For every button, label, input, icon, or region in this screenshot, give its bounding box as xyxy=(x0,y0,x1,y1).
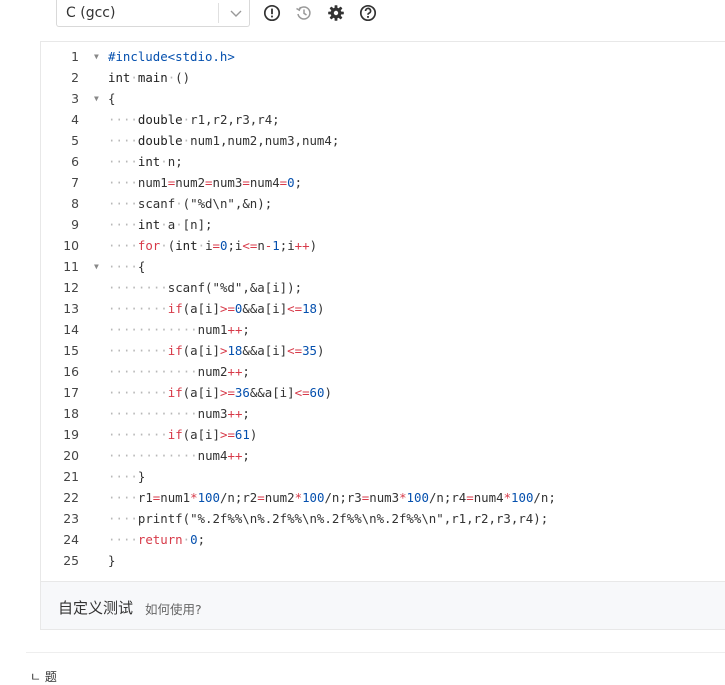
how-to-use-link[interactable]: 如何使用? xyxy=(145,599,202,618)
code-text: ····} xyxy=(108,469,146,484)
code-line[interactable]: 4 ····double·r1,r2,r3,r4; xyxy=(41,109,725,130)
line-number: 20 xyxy=(63,448,79,463)
line-number: 17 xyxy=(63,385,79,400)
code-text: ····num1=num2=num3=num4=0; xyxy=(108,175,303,190)
code-text: ····scanf·("%d\n",&n); xyxy=(108,196,273,211)
code-line[interactable]: 22 ····r1=num1*100/n;r2=num2*100/n;r3=num… xyxy=(41,487,725,508)
code-line[interactable]: 17 ········if(a[i]>=36&&a[i]<=60) xyxy=(41,382,725,403)
code-text: ····return·0; xyxy=(108,532,206,547)
next-section-heading: ㄴ 题 xyxy=(30,670,57,684)
code-line[interactable]: 24 ····return·0; xyxy=(41,529,725,550)
code-line[interactable]: 18 ············num3++; xyxy=(41,403,725,424)
code-text: #include<stdio.h> xyxy=(108,49,235,64)
chevron-down-icon[interactable] xyxy=(228,5,244,21)
code-text: int·main·() xyxy=(108,70,191,85)
code-text: ····int·n; xyxy=(108,154,183,169)
code-line[interactable]: 11 ▼ ····{ xyxy=(41,256,725,277)
line-number: 25 xyxy=(63,553,79,568)
code-line[interactable]: 7 ····num1=num2=num3=num4=0; xyxy=(41,172,725,193)
line-number: 12 xyxy=(63,280,79,295)
custom-test-panel[interactable]: 自定义测试 如何使用? xyxy=(40,581,725,630)
line-number: 3 xyxy=(71,91,79,106)
line-number: 18 xyxy=(63,406,79,421)
line-number: 15 xyxy=(63,343,79,358)
line-number: 21 xyxy=(63,469,79,484)
code-line[interactable]: 16 ············num2++; xyxy=(41,361,725,382)
code-text: ········if(a[i]>18&&a[i]<=35) xyxy=(108,343,325,358)
code-text: ············num2++; xyxy=(108,364,250,379)
fold-toggle-icon[interactable]: ▼ xyxy=(94,256,99,277)
history-icon[interactable] xyxy=(295,4,313,22)
line-number: 1 xyxy=(71,49,79,64)
line-number: 11 xyxy=(63,259,79,274)
code-line[interactable]: 21 ····} xyxy=(41,466,725,487)
code-line[interactable]: 8 ····scanf·("%d\n",&n); xyxy=(41,193,725,214)
language-select-value: C (gcc) xyxy=(66,5,116,21)
code-line[interactable]: 25} xyxy=(41,550,725,571)
code-text: ············num1++; xyxy=(108,322,250,337)
line-number: 23 xyxy=(63,511,79,526)
select-divider xyxy=(218,3,219,23)
fold-toggle-icon[interactable]: ▼ xyxy=(94,88,99,109)
code-text: ············num3++; xyxy=(108,406,250,421)
code-line[interactable]: 1 ▼ #include<stdio.h> xyxy=(41,46,725,67)
line-number: 22 xyxy=(63,490,79,505)
code-text: ····int·a·[n]; xyxy=(108,217,213,232)
code-text: ····double·r1,r2,r3,r4; xyxy=(108,112,280,127)
code-text: ········if(a[i]>=0&&a[i]<=18) xyxy=(108,301,325,316)
help-icon[interactable] xyxy=(359,4,377,22)
language-select[interactable]: C (gcc) xyxy=(56,0,250,27)
line-number: 19 xyxy=(63,427,79,442)
line-number: 13 xyxy=(63,301,79,316)
line-number: 9 xyxy=(71,217,79,232)
code-line[interactable]: 19 ········if(a[i]>=61) xyxy=(41,424,725,445)
line-number: 16 xyxy=(63,364,79,379)
custom-test-title: 自定义测试 xyxy=(58,599,134,617)
line-number: 10 xyxy=(63,238,79,253)
code-line[interactable]: 6 ····int·n; xyxy=(41,151,725,172)
line-number: 6 xyxy=(71,154,79,169)
code-line[interactable]: 2 int·main·() xyxy=(41,67,725,88)
line-number: 4 xyxy=(71,112,79,127)
code-text: ····{ xyxy=(108,259,146,274)
gear-icon[interactable] xyxy=(327,4,345,22)
code-text: ········if(a[i]>=61) xyxy=(108,427,258,442)
code-text: ············num4++; xyxy=(108,448,250,463)
code-line[interactable]: 10 ····for·(int·i=0;i<=n-1;i++) xyxy=(41,235,725,256)
info-icon[interactable] xyxy=(263,4,281,22)
code-text: ····double·num1,num2,num3,num4; xyxy=(108,133,340,148)
fold-toggle-icon[interactable]: ▼ xyxy=(94,46,99,67)
code-text: ········scanf("%d",&a[i]); xyxy=(108,280,303,295)
line-number: 14 xyxy=(63,322,79,337)
code-text: ········if(a[i]>=36&&a[i]<=60) xyxy=(108,385,332,400)
code-line[interactable]: 3 ▼ { xyxy=(41,88,725,109)
code-text: { xyxy=(108,91,116,106)
line-number: 2 xyxy=(71,70,79,85)
code-line[interactable]: 14 ············num1++; xyxy=(41,319,725,340)
code-line[interactable]: 23 ····printf("%.2f%%\n%.2f%%\n%.2f%%\n%.… xyxy=(41,508,725,529)
code-line[interactable]: 12 ········scanf("%d",&a[i]); xyxy=(41,277,725,298)
code-line[interactable]: 13 ········if(a[i]>=0&&a[i]<=18) xyxy=(41,298,725,319)
code-line[interactable]: 9 ····int·a·[n]; xyxy=(41,214,725,235)
code-text: ····printf("%.2f%%\n%.2f%%\n%.2f%%\n%.2f… xyxy=(108,511,549,526)
code-text: ····r1=num1*100/n;r2=num2*100/n;r3=num3*… xyxy=(108,490,556,505)
line-number: 7 xyxy=(71,175,79,190)
code-line[interactable]: 20 ············num4++; xyxy=(41,445,725,466)
line-number: 5 xyxy=(71,133,79,148)
code-line[interactable]: 5 ····double·num1,num2,num3,num4; xyxy=(41,130,725,151)
code-text: } xyxy=(108,553,116,568)
section-divider xyxy=(26,652,725,653)
line-number: 24 xyxy=(63,532,79,547)
line-number: 8 xyxy=(71,196,79,211)
code-line[interactable]: 15 ········if(a[i]>18&&a[i]<=35) xyxy=(41,340,725,361)
code-editor[interactable]: 1 ▼ #include<stdio.h> 2 int·main·() 3 ▼ {4 ····d… xyxy=(40,41,725,581)
code-text: ····for·(int·i=0;i<=n-1;i++) xyxy=(108,238,318,253)
editor-toolbar: C (gcc) xyxy=(0,0,725,34)
